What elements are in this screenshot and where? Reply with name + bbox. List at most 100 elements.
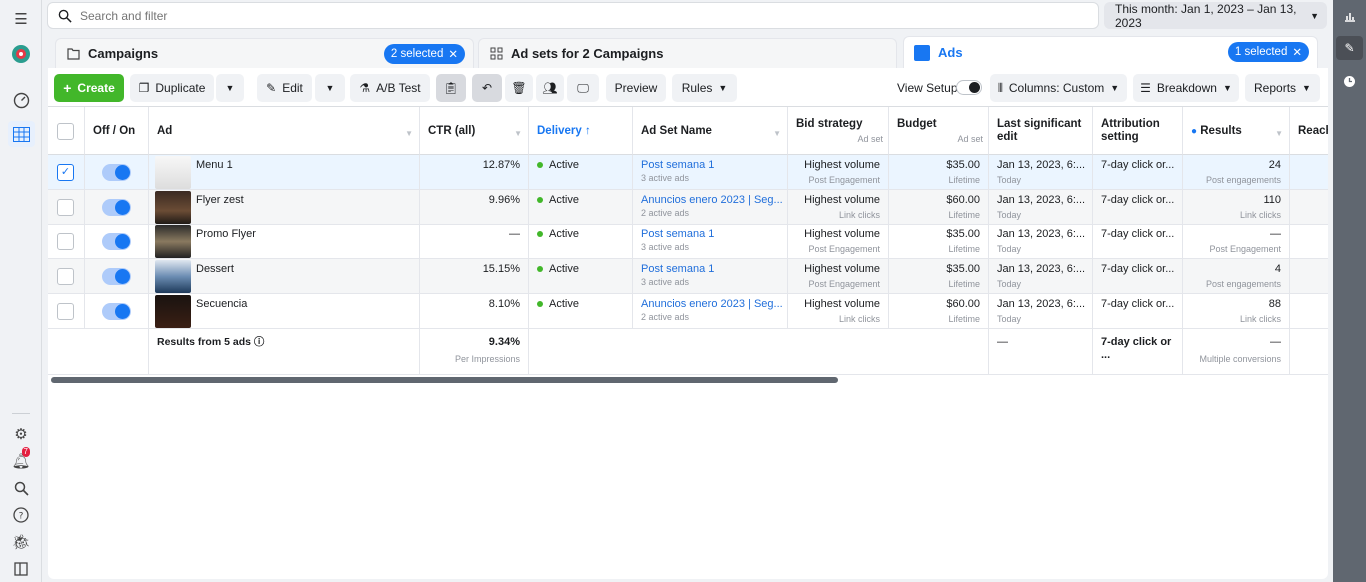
col-bid-strategy[interactable]: Bid strategy Ad set	[788, 107, 889, 155]
col-attribution[interactable]: Attribution setting	[1093, 107, 1183, 155]
tab-ads[interactable]: Ads 1 selected ✕	[903, 36, 1318, 68]
ad-name-cell[interactable]: Dessert	[149, 259, 420, 293]
row-checkbox[interactable]	[57, 268, 74, 285]
ad-set-link[interactable]: Anuncios enero 2023 | Seg...	[641, 194, 783, 207]
ads-manager-table-icon[interactable]	[8, 121, 35, 147]
ad-set-link[interactable]: Post semana 1	[641, 263, 779, 276]
duplicate-button[interactable]: ❐ Duplicate	[130, 74, 214, 102]
reach-cell	[1290, 224, 1328, 258]
tab-ad-sets[interactable]: Ad sets for 2 Campaigns	[478, 38, 897, 68]
rules-button[interactable]: Rules ▼	[672, 74, 737, 102]
date-range-picker[interactable]: This month: Jan 1, 2023 – Jan 13, 2023 ▼	[1104, 2, 1327, 30]
col-off-on[interactable]: Off / On	[85, 107, 149, 155]
col-ctr[interactable]: CTR (all) ▼	[420, 107, 529, 155]
ad-on-off-toggle[interactable]	[102, 164, 131, 181]
col-ad[interactable]: Ad ▼	[149, 107, 420, 155]
undo-button[interactable]: ↶	[472, 74, 502, 102]
ad-name[interactable]: Flyer zest	[196, 194, 411, 207]
summary-results: —	[1270, 336, 1281, 348]
menu-icon[interactable]: ☰	[10, 8, 32, 30]
attribution-cell: 7-day click or...	[1093, 190, 1183, 224]
edit-dropdown[interactable]: ▼	[315, 74, 345, 102]
edit-panel-icon[interactable]: ✎	[1336, 36, 1363, 60]
ctr-value: 15.15%	[482, 263, 520, 275]
preview-button[interactable]: Preview	[606, 74, 666, 102]
select-all-checkbox[interactable]	[57, 123, 74, 140]
ad-on-off-toggle[interactable]	[102, 233, 131, 250]
row-checkbox[interactable]	[57, 199, 74, 216]
col-last-edit[interactable]: Last significant edit	[989, 107, 1093, 155]
last-edit: Jan 13, 2023, 6:...	[997, 263, 1086, 275]
summary-row: Results from 5 ads ⓘ 9.34% Per Impression…	[48, 329, 1328, 375]
results-value: —	[1270, 228, 1281, 240]
preview-mockup-button[interactable]: 🖵︎	[567, 74, 599, 102]
history-icon[interactable]	[1336, 69, 1363, 93]
edit-button[interactable]: ✎ Edit	[257, 74, 312, 102]
search-icon[interactable]	[10, 477, 32, 499]
ad-set-link[interactable]: Post semana 1	[641, 159, 779, 172]
ad-set-link[interactable]: Anuncios enero 2023 | Seg...	[641, 298, 783, 311]
clipboard-button[interactable]: 📋︎	[436, 74, 466, 102]
delete-button[interactable]: 🗑︎	[505, 74, 533, 102]
tab-campaigns[interactable]: Campaigns 2 selected ✕	[55, 38, 474, 68]
create-button[interactable]: + Create	[54, 74, 124, 102]
ad-name[interactable]: Menu 1	[196, 159, 411, 172]
ad-on-off-toggle[interactable]	[102, 199, 131, 216]
active-status-dot	[537, 301, 543, 308]
ab-test-button[interactable]: ⚗ A/B Test	[350, 74, 430, 102]
ad-name[interactable]: Promo Flyer	[196, 228, 411, 241]
col-reach[interactable]: Reach	[1290, 107, 1328, 155]
selection-pill[interactable]: 1 selected ✕	[1227, 42, 1309, 62]
view-setup-toggle[interactable]	[956, 80, 982, 95]
help-icon[interactable]: ?	[10, 504, 32, 526]
ad-on-off-toggle[interactable]	[102, 303, 131, 320]
ad-name-cell[interactable]: Menu 1	[149, 155, 420, 189]
results-sub: Post engagements	[1205, 175, 1281, 185]
columns-button[interactable]: ⫴ Columns: Custom ▼	[990, 74, 1127, 102]
attribution-cell: 7-day click or...	[1093, 294, 1183, 328]
breakdown-button[interactable]: ☰ Breakdown ▼	[1133, 74, 1239, 102]
close-icon[interactable]: ✕	[1292, 45, 1302, 59]
search-input[interactable]	[80, 8, 980, 23]
table-row[interactable]: Flyer zest 9.96% Active Anuncios enero 2…	[48, 190, 1328, 225]
table-row[interactable]: Promo Flyer — Active Post semana 1 3 act…	[48, 224, 1328, 259]
row-checkbox[interactable]	[57, 303, 74, 320]
ad-name-cell[interactable]: Secuencia	[149, 294, 420, 328]
selection-pill[interactable]: 2 selected ✕	[383, 44, 465, 64]
ad-name-cell[interactable]: Flyer zest	[149, 190, 420, 224]
table-row[interactable]: Dessert 15.15% Active Post semana 1 3 ac…	[48, 259, 1328, 294]
col-delivery[interactable]: Delivery ↑	[529, 107, 633, 155]
bug-report-icon[interactable]: 🐞︎	[10, 531, 32, 553]
select-cell: ✓	[48, 155, 85, 189]
search-bar[interactable]	[47, 2, 1099, 29]
close-icon[interactable]: ✕	[448, 47, 458, 61]
reports-button[interactable]: Reports ▼	[1245, 74, 1320, 102]
chart-icon[interactable]	[1336, 4, 1363, 28]
bid-strategy: Highest volume	[804, 298, 880, 310]
row-checkbox[interactable]	[57, 233, 74, 250]
row-checkbox[interactable]: ✓	[57, 164, 74, 181]
horizontal-scrollbar[interactable]	[51, 377, 838, 383]
table-row[interactable]: ✓ Menu 1 12.87% Active Post semana 1 3 a…	[48, 155, 1328, 190]
ad-name[interactable]: Secuencia	[196, 298, 411, 311]
preview-label: Preview	[614, 81, 658, 95]
ad-name[interactable]: Dessert	[196, 263, 411, 276]
notifications-icon[interactable]: 🔔︎ 7	[10, 447, 32, 472]
ad-name-cell[interactable]: Promo Flyer	[149, 224, 420, 258]
col-budget[interactable]: Budget Ad set	[889, 107, 989, 155]
info-icon: ●	[1191, 126, 1198, 137]
ad-on-off-toggle[interactable]	[102, 268, 131, 285]
table-row[interactable]: Secuencia 8.10% Active Anuncios enero 20…	[48, 294, 1328, 329]
col-ad-set-name[interactable]: Ad Set Name ▼	[633, 107, 788, 155]
col-results[interactable]: ● Results ▼	[1183, 107, 1290, 155]
ad-set-link[interactable]: Post semana 1	[641, 228, 779, 241]
settings-icon[interactable]: ⚙	[10, 423, 32, 445]
budget-cell: $35.00 Lifetime	[889, 155, 989, 189]
tab-label: Ads	[938, 45, 963, 60]
audience-button[interactable]: 👥︎	[536, 74, 564, 102]
dashboard-icon[interactable]	[10, 89, 32, 111]
col-label: Budget	[897, 118, 937, 130]
side-panel-icon[interactable]	[10, 558, 32, 580]
duplicate-dropdown[interactable]: ▼	[216, 74, 244, 102]
account-avatar[interactable]	[10, 43, 32, 65]
